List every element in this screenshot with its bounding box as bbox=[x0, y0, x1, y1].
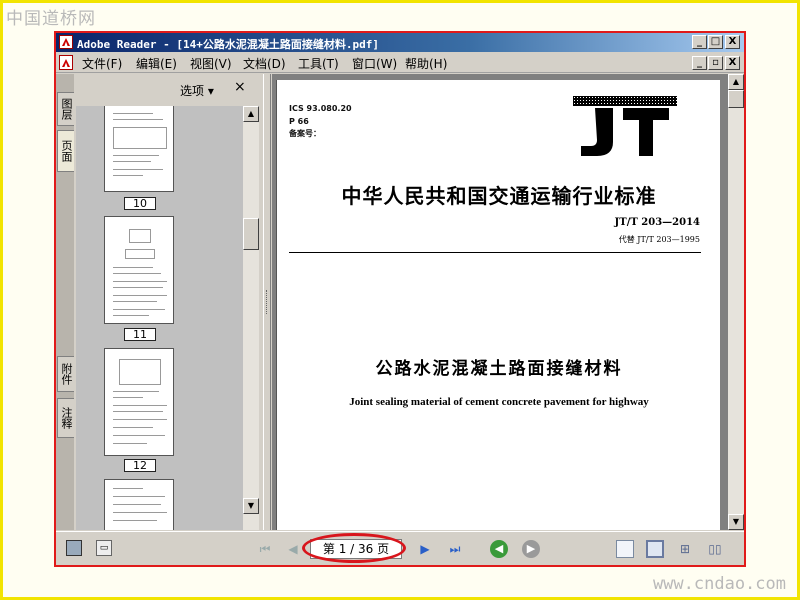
document-scrollbar[interactable]: ▲ ▼ bbox=[728, 74, 744, 530]
thumbnail-list[interactable]: 10 11 12 bbox=[76, 106, 243, 530]
first-page-button[interactable]: ⏮ bbox=[256, 540, 274, 558]
previous-page-button[interactable]: ◀ bbox=[284, 540, 302, 558]
standard-title: 中华人民共和国交通运输行业标准 bbox=[341, 184, 657, 208]
maximize-button[interactable]: □ bbox=[708, 35, 723, 49]
scroll-up-button[interactable]: ▲ bbox=[243, 106, 259, 122]
reader-window: Adobe Reader - [14+公路水泥混凝土路面接缝材料.pdf] _ … bbox=[54, 31, 746, 567]
thumbnail-scrollbar[interactable]: ▲ ▼ bbox=[243, 106, 259, 530]
menu-window[interactable]: 窗口(W) bbox=[352, 55, 397, 72]
menu-document[interactable]: 文档(D) bbox=[243, 55, 286, 72]
minimize-button[interactable]: _ bbox=[692, 35, 707, 49]
highlight-ellipse bbox=[302, 533, 406, 563]
window-title: Adobe Reader - [14+公路水泥混凝土路面接缝材料.pdf] bbox=[77, 38, 379, 51]
replaces-standard: 代替 JT/T 203—1995 bbox=[618, 235, 700, 244]
facing-view-icon[interactable]: ⊞ bbox=[676, 540, 694, 558]
options-menu[interactable]: 选项 ▾ bbox=[180, 82, 214, 99]
tab-pages[interactable]: 页面 bbox=[57, 130, 74, 172]
panel-splitter[interactable] bbox=[263, 74, 271, 530]
watermark-top: 中国道桥网 bbox=[6, 9, 96, 29]
next-page-button[interactable]: ▶ bbox=[416, 540, 434, 558]
panel-close-button[interactable]: × bbox=[234, 79, 246, 95]
doc-restore-button[interactable]: ▫ bbox=[708, 56, 723, 70]
last-page-button[interactable]: ⏭ bbox=[446, 540, 464, 558]
menu-bar: 文件(F) 编辑(E) 视图(V) 文档(D) 工具(T) 窗口(W) 帮助(H… bbox=[56, 53, 744, 73]
doc-close-button[interactable]: X bbox=[725, 56, 740, 70]
navigation-panel: 图层 页面 附件 注释 选项 ▾ × 10 11 12 ▲ ▼ bbox=[56, 74, 263, 530]
watermark-bottom: www.cndao.com bbox=[652, 574, 786, 594]
app-icon[interactable] bbox=[59, 35, 73, 49]
scroll-thumb[interactable] bbox=[728, 90, 744, 108]
document-icon[interactable] bbox=[59, 55, 73, 70]
scroll-up-button[interactable]: ▲ bbox=[728, 74, 744, 90]
document-title-en: Joint sealing material of cement concret… bbox=[349, 396, 649, 408]
page-thumbnail[interactable] bbox=[104, 216, 174, 324]
tab-comments[interactable]: 注释 bbox=[57, 398, 74, 438]
record-number-label: 备案号： bbox=[289, 129, 321, 138]
menu-file[interactable]: 文件(F) bbox=[82, 55, 122, 72]
single-page-view-icon[interactable] bbox=[616, 540, 634, 558]
thumbnail-page-number: 10 bbox=[124, 197, 156, 210]
panel-header: 选项 ▾ × bbox=[76, 74, 263, 104]
continuous-facing-view-icon[interactable]: ▯▯ bbox=[706, 540, 724, 558]
document-title-cn: 公路水泥混凝土路面接缝材料 bbox=[375, 359, 623, 379]
side-tab-strip: 图层 页面 附件 注释 bbox=[56, 74, 74, 530]
page-layout-icon[interactable]: ▭ bbox=[96, 540, 112, 556]
go-back-button[interactable]: ◀ bbox=[490, 540, 508, 558]
header-rule bbox=[289, 252, 701, 253]
jt-logo bbox=[573, 96, 677, 156]
tab-layers[interactable]: 图层 bbox=[57, 92, 74, 126]
document-view[interactable]: ICS 93.080.20 P 66 备案号： 中华人民共和国交通运输行业标准 … bbox=[272, 74, 728, 530]
page-thumbnail[interactable] bbox=[104, 106, 174, 192]
tab-attachments[interactable]: 附件 bbox=[57, 356, 74, 392]
status-bar: ▭ ⏮ ◀ 第 1 / 36 页 ▶ ⏭ ◀ ▶ ⊞ ▯▯ bbox=[56, 531, 744, 565]
menu-view[interactable]: 视图(V) bbox=[190, 55, 232, 72]
continuous-view-icon[interactable] bbox=[646, 540, 664, 558]
thumbnail-page-number: 12 bbox=[124, 459, 156, 472]
standard-number: JT/T 203—2014 bbox=[614, 217, 700, 228]
title-bar[interactable]: Adobe Reader - [14+公路水泥混凝土路面接缝材料.pdf] _ … bbox=[56, 33, 744, 52]
doc-minimize-button[interactable]: _ bbox=[692, 56, 707, 70]
close-button[interactable]: X bbox=[725, 35, 740, 49]
monitor-icon[interactable] bbox=[66, 540, 82, 556]
go-forward-button[interactable]: ▶ bbox=[522, 540, 540, 558]
scroll-down-button[interactable]: ▼ bbox=[243, 498, 259, 514]
ics-code: ICS 93.080.20 bbox=[289, 104, 352, 113]
document-page: ICS 93.080.20 P 66 备案号： 中华人民共和国交通运输行业标准 … bbox=[276, 80, 720, 530]
page-thumbnail[interactable] bbox=[104, 479, 174, 530]
menu-help[interactable]: 帮助(H) bbox=[405, 55, 447, 72]
menu-edit[interactable]: 编辑(E) bbox=[136, 55, 177, 72]
scroll-down-button[interactable]: ▼ bbox=[728, 514, 744, 530]
page-thumbnail[interactable] bbox=[104, 348, 174, 456]
classification-block: ICS 93.080.20 P 66 备案号： bbox=[289, 103, 352, 141]
thumbnail-page-number: 11 bbox=[124, 328, 156, 341]
category-code: P 66 bbox=[289, 116, 309, 126]
scroll-thumb[interactable] bbox=[243, 218, 259, 250]
menu-tools[interactable]: 工具(T) bbox=[298, 55, 339, 72]
